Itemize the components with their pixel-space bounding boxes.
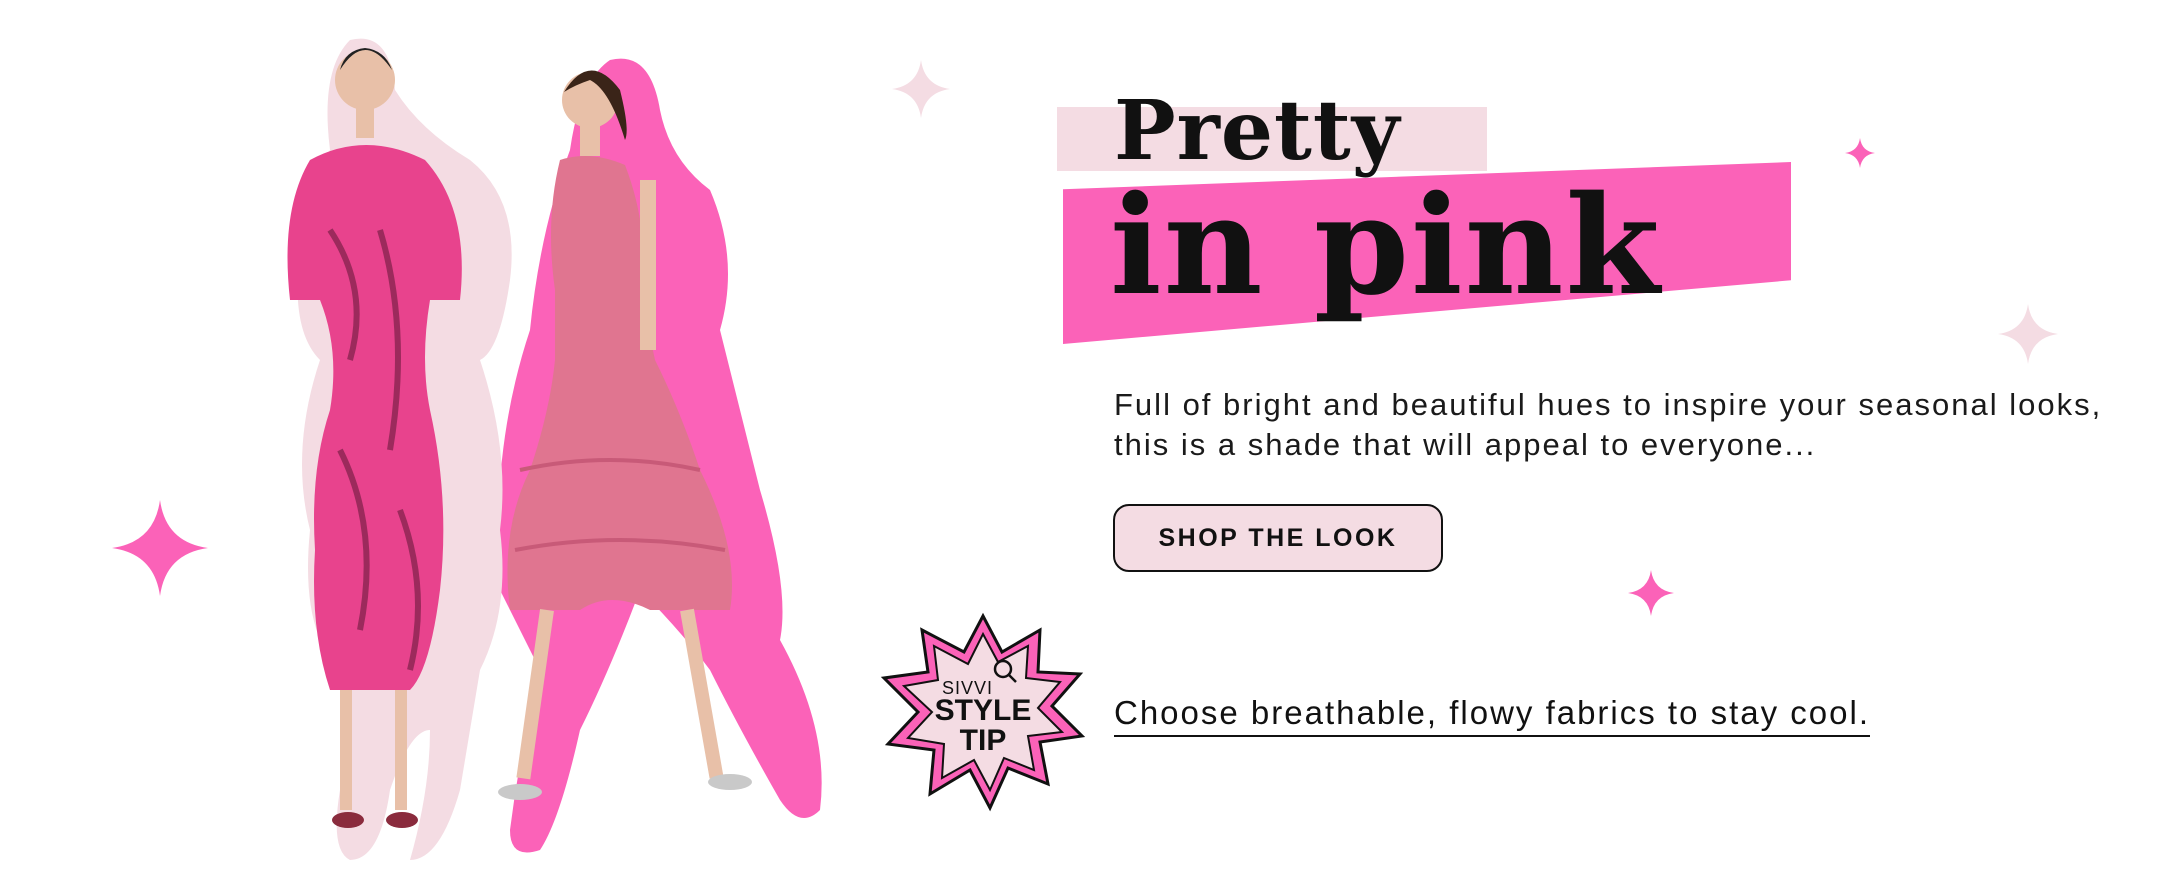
sparkle-icon: [1628, 570, 1674, 616]
page-title-line2: in pink: [1110, 166, 1662, 326]
style-tip-link[interactable]: Choose breathable, flowy fabrics to stay…: [1114, 694, 1871, 738]
sparkle-icon: [1998, 304, 2058, 364]
sparkle-icon: [1845, 138, 1875, 168]
sparkle-icon: [112, 500, 208, 596]
hero-description: Full of bright and beautiful hues to ins…: [1114, 387, 2103, 462]
sparkle-icon: [892, 60, 950, 118]
models-photo: [287, 38, 822, 861]
shop-the-look-button[interactable]: SHOP THE LOOK: [1113, 504, 1443, 572]
page-title-line1: Pretty: [1114, 83, 1401, 179]
badge-style-text: STYLE: [934, 694, 1032, 727]
badge-tip-text: TIP: [959, 724, 1007, 757]
style-tip-badge: SIVVI STYLE TIP: [880, 612, 1086, 812]
